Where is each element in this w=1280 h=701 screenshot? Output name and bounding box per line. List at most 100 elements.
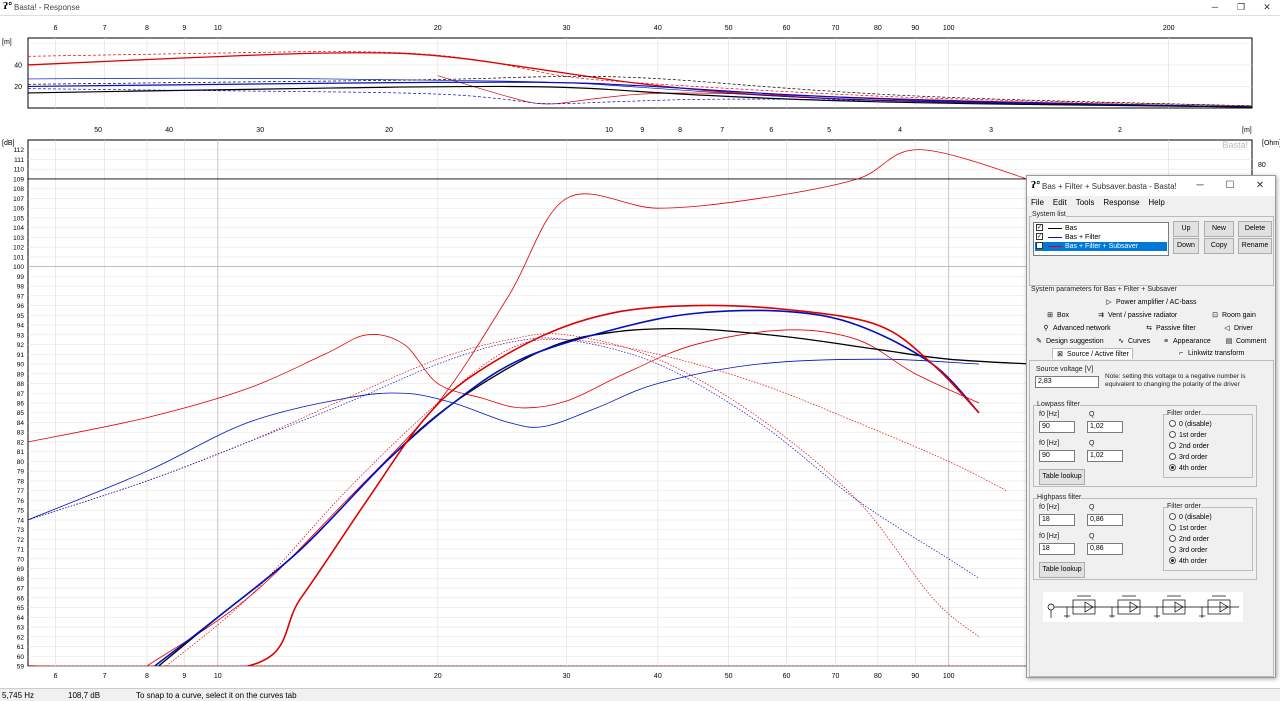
menu-help[interactable]: Help — [1148, 198, 1164, 207]
highpass-q-input-2[interactable]: 0,86 — [1087, 543, 1123, 555]
menu-edit[interactable]: Edit — [1053, 198, 1067, 207]
radio-icon[interactable] — [1169, 420, 1176, 427]
radio-icon[interactable] — [1169, 464, 1176, 471]
tab-vent[interactable]: ⇉ Vent / passive radiator — [1097, 310, 1177, 321]
x-tick-label: 80 — [874, 673, 882, 680]
highpass-f0-input-2[interactable]: 18 — [1039, 543, 1075, 555]
list-item[interactable]: ✓ Bas + Filter — [1035, 233, 1167, 242]
lowpass-q-input-1[interactable]: 1,02 — [1087, 421, 1123, 433]
list-item[interactable]: ✓ Bas + Filter + Subsaver — [1035, 242, 1167, 251]
passive-filter-icon: ⇆ — [1146, 325, 1152, 332]
tab-linkwitz-transform[interactable]: ⌐ Linkwitz transform — [1177, 348, 1244, 359]
comment-icon: ▤ — [1225, 338, 1233, 345]
tab-label: Vent / passive radiator — [1108, 312, 1178, 319]
top-x-tick-label: 20 — [434, 25, 442, 32]
lowpass-table-lookup-button[interactable]: Table lookup — [1039, 469, 1085, 485]
source-voltage-input[interactable]: 2,83 — [1035, 376, 1099, 388]
x-tick-label: 20 — [434, 673, 442, 680]
system-checkbox[interactable]: ✓ — [1036, 233, 1043, 240]
top-plot-area — [27, 37, 1253, 109]
y-tick-label: 81 — [17, 449, 25, 456]
wavelength-tick-label: 9 — [640, 127, 644, 134]
lowpass-order-option[interactable]: 3rd order — [1169, 453, 1207, 462]
lowpass-order-option[interactable]: 4th order — [1169, 464, 1207, 473]
radio-icon[interactable] — [1169, 453, 1176, 460]
y-tick-label: 110 — [14, 167, 25, 174]
new-button[interactable]: New — [1204, 221, 1234, 237]
radio-icon[interactable] — [1169, 546, 1176, 553]
radio-label: 3rd order — [1179, 547, 1208, 554]
room-gain-icon: ⊡ — [1212, 312, 1218, 319]
lowpass-order-option[interactable]: 1st order — [1169, 431, 1207, 440]
tab-power-amplifier[interactable]: ▷ Power amplifier / AC-bass — [1105, 297, 1196, 308]
tab-appearance[interactable]: ≡ Appearance — [1162, 336, 1211, 347]
tab-curves[interactable]: ∿ Curves — [1117, 336, 1150, 347]
highpass-order-option[interactable]: 2nd order — [1169, 535, 1209, 544]
dialog-close-icon[interactable]: ✕ — [1245, 176, 1275, 196]
system-list[interactable]: ✓ Bas ✓ Bas + Filter ✓ Bas + Filter + Su… — [1033, 222, 1169, 256]
radio-label: 4th order — [1179, 558, 1208, 565]
box-icon: ⊞ — [1047, 312, 1053, 319]
radio-icon[interactable] — [1169, 557, 1176, 564]
wavelength-tick-label: 3 — [989, 127, 993, 134]
wavelength-tick-label: 5 — [827, 127, 831, 134]
dialog-minimize-icon[interactable]: ─ — [1185, 176, 1215, 196]
minimize-icon[interactable]: ─ — [1202, 0, 1228, 16]
tab-box[interactable]: ⊞ Box — [1046, 310, 1069, 321]
curves-icon: ∿ — [1118, 338, 1124, 345]
system-checkbox[interactable]: ✓ — [1036, 242, 1043, 249]
highpass-table-lookup-button[interactable]: Table lookup — [1039, 562, 1085, 578]
dialog-maximize-icon[interactable]: ☐ — [1215, 176, 1245, 196]
highpass-order-option[interactable]: 3rd order — [1169, 546, 1207, 555]
y-tick-label: 70 — [17, 556, 25, 563]
system-checkbox[interactable]: ✓ — [1036, 224, 1043, 231]
tab-passive-filter[interactable]: ⇆ Passive filter — [1145, 323, 1196, 334]
lowpass-order-option[interactable]: 2nd order — [1169, 442, 1209, 451]
curve-color-swatch — [1048, 228, 1062, 229]
tab-comment[interactable]: ▤ Comment — [1225, 336, 1267, 347]
y-tick-label: 91 — [17, 352, 25, 359]
delete-button[interactable]: Delete — [1238, 221, 1272, 237]
radio-label: 4th order — [1179, 465, 1208, 472]
tab-room-gain[interactable]: ⊡ Room gain — [1211, 310, 1256, 321]
tab-design-suggestion[interactable]: ✎ Design suggestion — [1035, 336, 1104, 347]
radio-label: 3rd order — [1179, 454, 1208, 461]
lowpass-f0-input-1[interactable]: 90 — [1039, 421, 1075, 433]
list-item[interactable]: ✓ Bas — [1035, 224, 1167, 233]
highpass-order-option[interactable]: 0 (disable) — [1169, 513, 1212, 522]
top-x-tick-label: 100 — [943, 25, 955, 32]
menu-tools[interactable]: Tools — [1076, 198, 1095, 207]
highpass-order-option[interactable]: 1st order — [1169, 524, 1207, 533]
menu-file[interactable]: File — [1031, 198, 1044, 207]
highpass-q-input-1[interactable]: 0,86 — [1087, 514, 1123, 526]
highpass-order-option[interactable]: 4th order — [1169, 557, 1207, 566]
top-x-tick-label: 9 — [182, 25, 186, 32]
close-icon[interactable]: ✕ — [1254, 0, 1280, 16]
x-tick-label: 60 — [783, 673, 791, 680]
tab-driver[interactable]: ◁ Driver — [1223, 323, 1252, 334]
tab-label: Advanced network — [1053, 325, 1111, 332]
radio-label: 2nd order — [1179, 443, 1209, 450]
copy-button[interactable]: Copy — [1204, 238, 1234, 254]
rename-button[interactable]: Rename — [1238, 238, 1272, 254]
up-button[interactable]: Up — [1173, 221, 1199, 237]
highpass-f0-label-2: f0 [Hz] — [1039, 533, 1060, 540]
lowpass-f0-input-2[interactable]: 90 — [1039, 450, 1075, 462]
lowpass-q-input-2[interactable]: 1,02 — [1087, 450, 1123, 462]
radio-icon[interactable] — [1169, 442, 1176, 449]
radio-icon[interactable] — [1169, 431, 1176, 438]
lowpass-order-option[interactable]: 0 (disable) — [1169, 420, 1212, 429]
highpass-f0-input-1[interactable]: 18 — [1039, 514, 1075, 526]
radio-icon[interactable] — [1169, 535, 1176, 542]
menu-response[interactable]: Response — [1103, 198, 1139, 207]
down-button[interactable]: Down — [1173, 238, 1199, 254]
restore-icon[interactable]: ❐ — [1228, 0, 1254, 16]
radio-label: 0 (disable) — [1179, 421, 1212, 428]
top-chart[interactable]: 40 20 [m] 6 7 8 9 10 20 30 40 50 60 70 80 90 100 200 — [0, 16, 1280, 116]
tab-advanced-network[interactable]: ⚲ Advanced network — [1042, 323, 1111, 334]
radio-icon[interactable] — [1169, 524, 1176, 531]
radio-icon[interactable] — [1169, 513, 1176, 520]
y-tick-label: 94 — [17, 323, 25, 330]
tab-source-active-filter[interactable]: ⊠ Source / Active filter — [1052, 348, 1133, 359]
radio-label: 2nd order — [1179, 536, 1209, 543]
